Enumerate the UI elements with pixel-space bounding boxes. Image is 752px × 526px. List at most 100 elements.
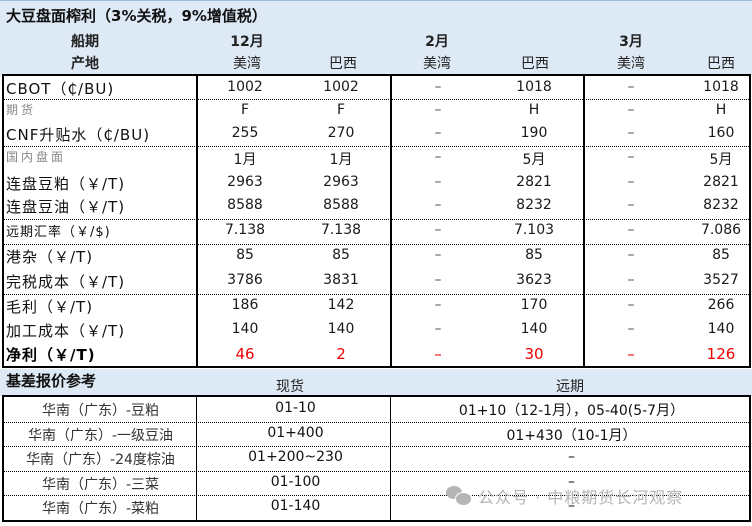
row-label: CBOT（₵/BU) xyxy=(6,80,115,98)
value-cell: – xyxy=(627,149,635,165)
value-cell: 85 xyxy=(332,247,350,263)
row-label: 港杂（￥/T) xyxy=(6,248,94,266)
value-cell: – xyxy=(627,174,635,190)
value-cell: – xyxy=(627,345,635,363)
value-cell: F xyxy=(336,102,346,118)
value-cell: – xyxy=(627,297,635,313)
value-cell: 7.086 xyxy=(700,222,742,238)
value-cell: – xyxy=(627,247,635,263)
value-cell: 140 xyxy=(231,321,259,337)
period-3: 3月 xyxy=(619,34,643,50)
row-label: 净利（￥/T) xyxy=(6,346,96,364)
value-cell: – xyxy=(434,247,442,263)
value-cell: 160 xyxy=(707,125,735,141)
origin-brazil: 巴西 xyxy=(707,56,735,72)
row-label: 毛利（￥/T) xyxy=(6,298,94,316)
value-cell: 270 xyxy=(327,125,355,141)
value-cell: – xyxy=(434,222,442,238)
table-row: 连盘豆油（￥/T) 8588 8588 – 8232 – 8232 xyxy=(4,194,749,220)
value-cell: 2821 xyxy=(703,174,739,190)
value-cell: 85 xyxy=(712,247,730,263)
value-cell: 5月 xyxy=(522,152,546,168)
value-cell: – xyxy=(627,79,635,95)
spot-quote: 01-10 xyxy=(275,400,316,416)
forward-quote: 01+10（12-1月），05-40(5-7月） xyxy=(458,403,685,419)
table-row: 国内盘面 1月 1月 – 5月 – 5月 xyxy=(4,146,749,171)
value-cell: – xyxy=(627,222,635,238)
row-label: 连盘豆油（￥/T) xyxy=(6,198,126,216)
row-label: 完税成本（￥/T) xyxy=(6,273,126,291)
period-2: 2月 xyxy=(425,34,449,50)
value-cell: H xyxy=(715,102,727,118)
value-cell: 2963 xyxy=(323,174,359,190)
row-label: 远期汇率（￥/$) xyxy=(6,225,111,240)
table-row: 加工成本（￥/T) 140 140 – 140 – 140 xyxy=(4,318,749,342)
value-cell: 3786 xyxy=(227,272,263,288)
value-cell: – xyxy=(627,321,635,337)
table-row: 期货 F F – H – H xyxy=(4,99,749,122)
table-row: CNF升贴水（₵/BU) 255 270 – 190 – 160 xyxy=(4,122,749,147)
spot-header: 现货 xyxy=(276,379,304,395)
origin-brazil: 巴西 xyxy=(521,56,549,72)
forward-quote: 01+430（10-1月） xyxy=(506,427,637,444)
origin-us-gulf: 美湾 xyxy=(233,56,261,72)
basis-label: 华南（广东）-菜粕 xyxy=(41,501,160,517)
origin-brazil: 巴西 xyxy=(329,56,357,72)
forward-header: 远期 xyxy=(556,379,584,395)
value-cell: 3623 xyxy=(516,272,552,288)
value-cell: 3831 xyxy=(323,272,359,288)
ship-period-label: 船期 xyxy=(71,34,99,50)
watermark-text: 公众号 · 中粮期货长河观察 xyxy=(478,488,684,507)
value-cell: 3527 xyxy=(703,272,739,288)
value-cell: 140 xyxy=(327,321,355,337)
value-cell: – xyxy=(627,272,635,288)
value-cell: 1月 xyxy=(329,152,353,168)
table-row: 毛利（￥/T) 186 142 – 170 – 266 xyxy=(4,294,749,318)
value-cell: 1018 xyxy=(703,79,739,95)
value-cell: – xyxy=(434,197,442,213)
page-title: 大豆盘面榨利（3%关税，9%增值税） xyxy=(6,7,267,25)
value-cell: 142 xyxy=(327,297,355,313)
row-label: 连盘豆粕（￥/T) xyxy=(6,175,126,193)
value-cell: H xyxy=(528,102,540,118)
table-row: 净利（￥/T) 46 2 – 30 – 126 xyxy=(4,342,749,366)
value-cell: 140 xyxy=(707,321,735,337)
basis-title: 基差报价参考 xyxy=(6,372,97,390)
row-label: 加工成本（￥/T) xyxy=(6,322,126,340)
basis-row: 华南（广东）-豆粕 01-10 01+10（12-1月），05-40(5-7月） xyxy=(4,397,749,423)
value-cell: 8588 xyxy=(323,197,359,213)
basis-row: 华南（广东）-一级豆油 01+400 01+430（10-1月） xyxy=(4,422,749,447)
value-cell: – xyxy=(434,321,442,337)
wechat-icon xyxy=(446,486,472,506)
spot-quote: 01-100 xyxy=(270,473,321,490)
spot-quote: 01-140 xyxy=(270,498,321,514)
value-cell: – xyxy=(627,125,635,141)
value-cell: 1018 xyxy=(516,79,552,95)
value-cell: 7.103 xyxy=(513,222,555,238)
value-cell: – xyxy=(627,197,635,213)
value-cell: 140 xyxy=(520,321,548,337)
value-cell: – xyxy=(434,345,442,363)
value-cell: – xyxy=(434,272,442,288)
table-row: 完税成本（￥/T) 3786 3831 – 3623 – 3527 xyxy=(4,269,749,295)
row-label: CNF升贴水（₵/BU) xyxy=(6,126,151,144)
spot-quote: 01+200~230 xyxy=(248,449,343,465)
origin-us-gulf: 美湾 xyxy=(423,56,451,72)
value-cell: F xyxy=(240,102,250,118)
basis-header-band xyxy=(0,369,752,396)
value-cell: 186 xyxy=(231,297,259,313)
spot-quote: 01+400 xyxy=(267,424,324,441)
origin-label: 产地 xyxy=(71,56,99,72)
value-cell: – xyxy=(434,174,442,190)
value-cell: 30 xyxy=(524,345,544,363)
table-row: 港杂（￥/T) 85 85 – 85 – 85 xyxy=(4,244,749,269)
table-row: 远期汇率（￥/$) 7.138 7.138 – 7.103 – 7.086 xyxy=(4,219,749,245)
table-row: 连盘豆粕（￥/T) 2963 2963 – 2821 – 2821 xyxy=(4,171,749,194)
value-cell: 8588 xyxy=(227,197,263,213)
crush-margin-table: CBOT（₵/BU) 1002 1002 – 1018 – 1018 期货 F F – H – H CNF升… xyxy=(2,74,751,368)
basis-row: 华南（广东）-24度棕油 01+200~230 – xyxy=(4,446,749,472)
value-cell: 85 xyxy=(236,247,254,263)
value-cell: 85 xyxy=(525,247,543,263)
value-cell: 46 xyxy=(235,345,255,363)
basis-label: 华南（广东）-一级豆油 xyxy=(27,427,174,444)
